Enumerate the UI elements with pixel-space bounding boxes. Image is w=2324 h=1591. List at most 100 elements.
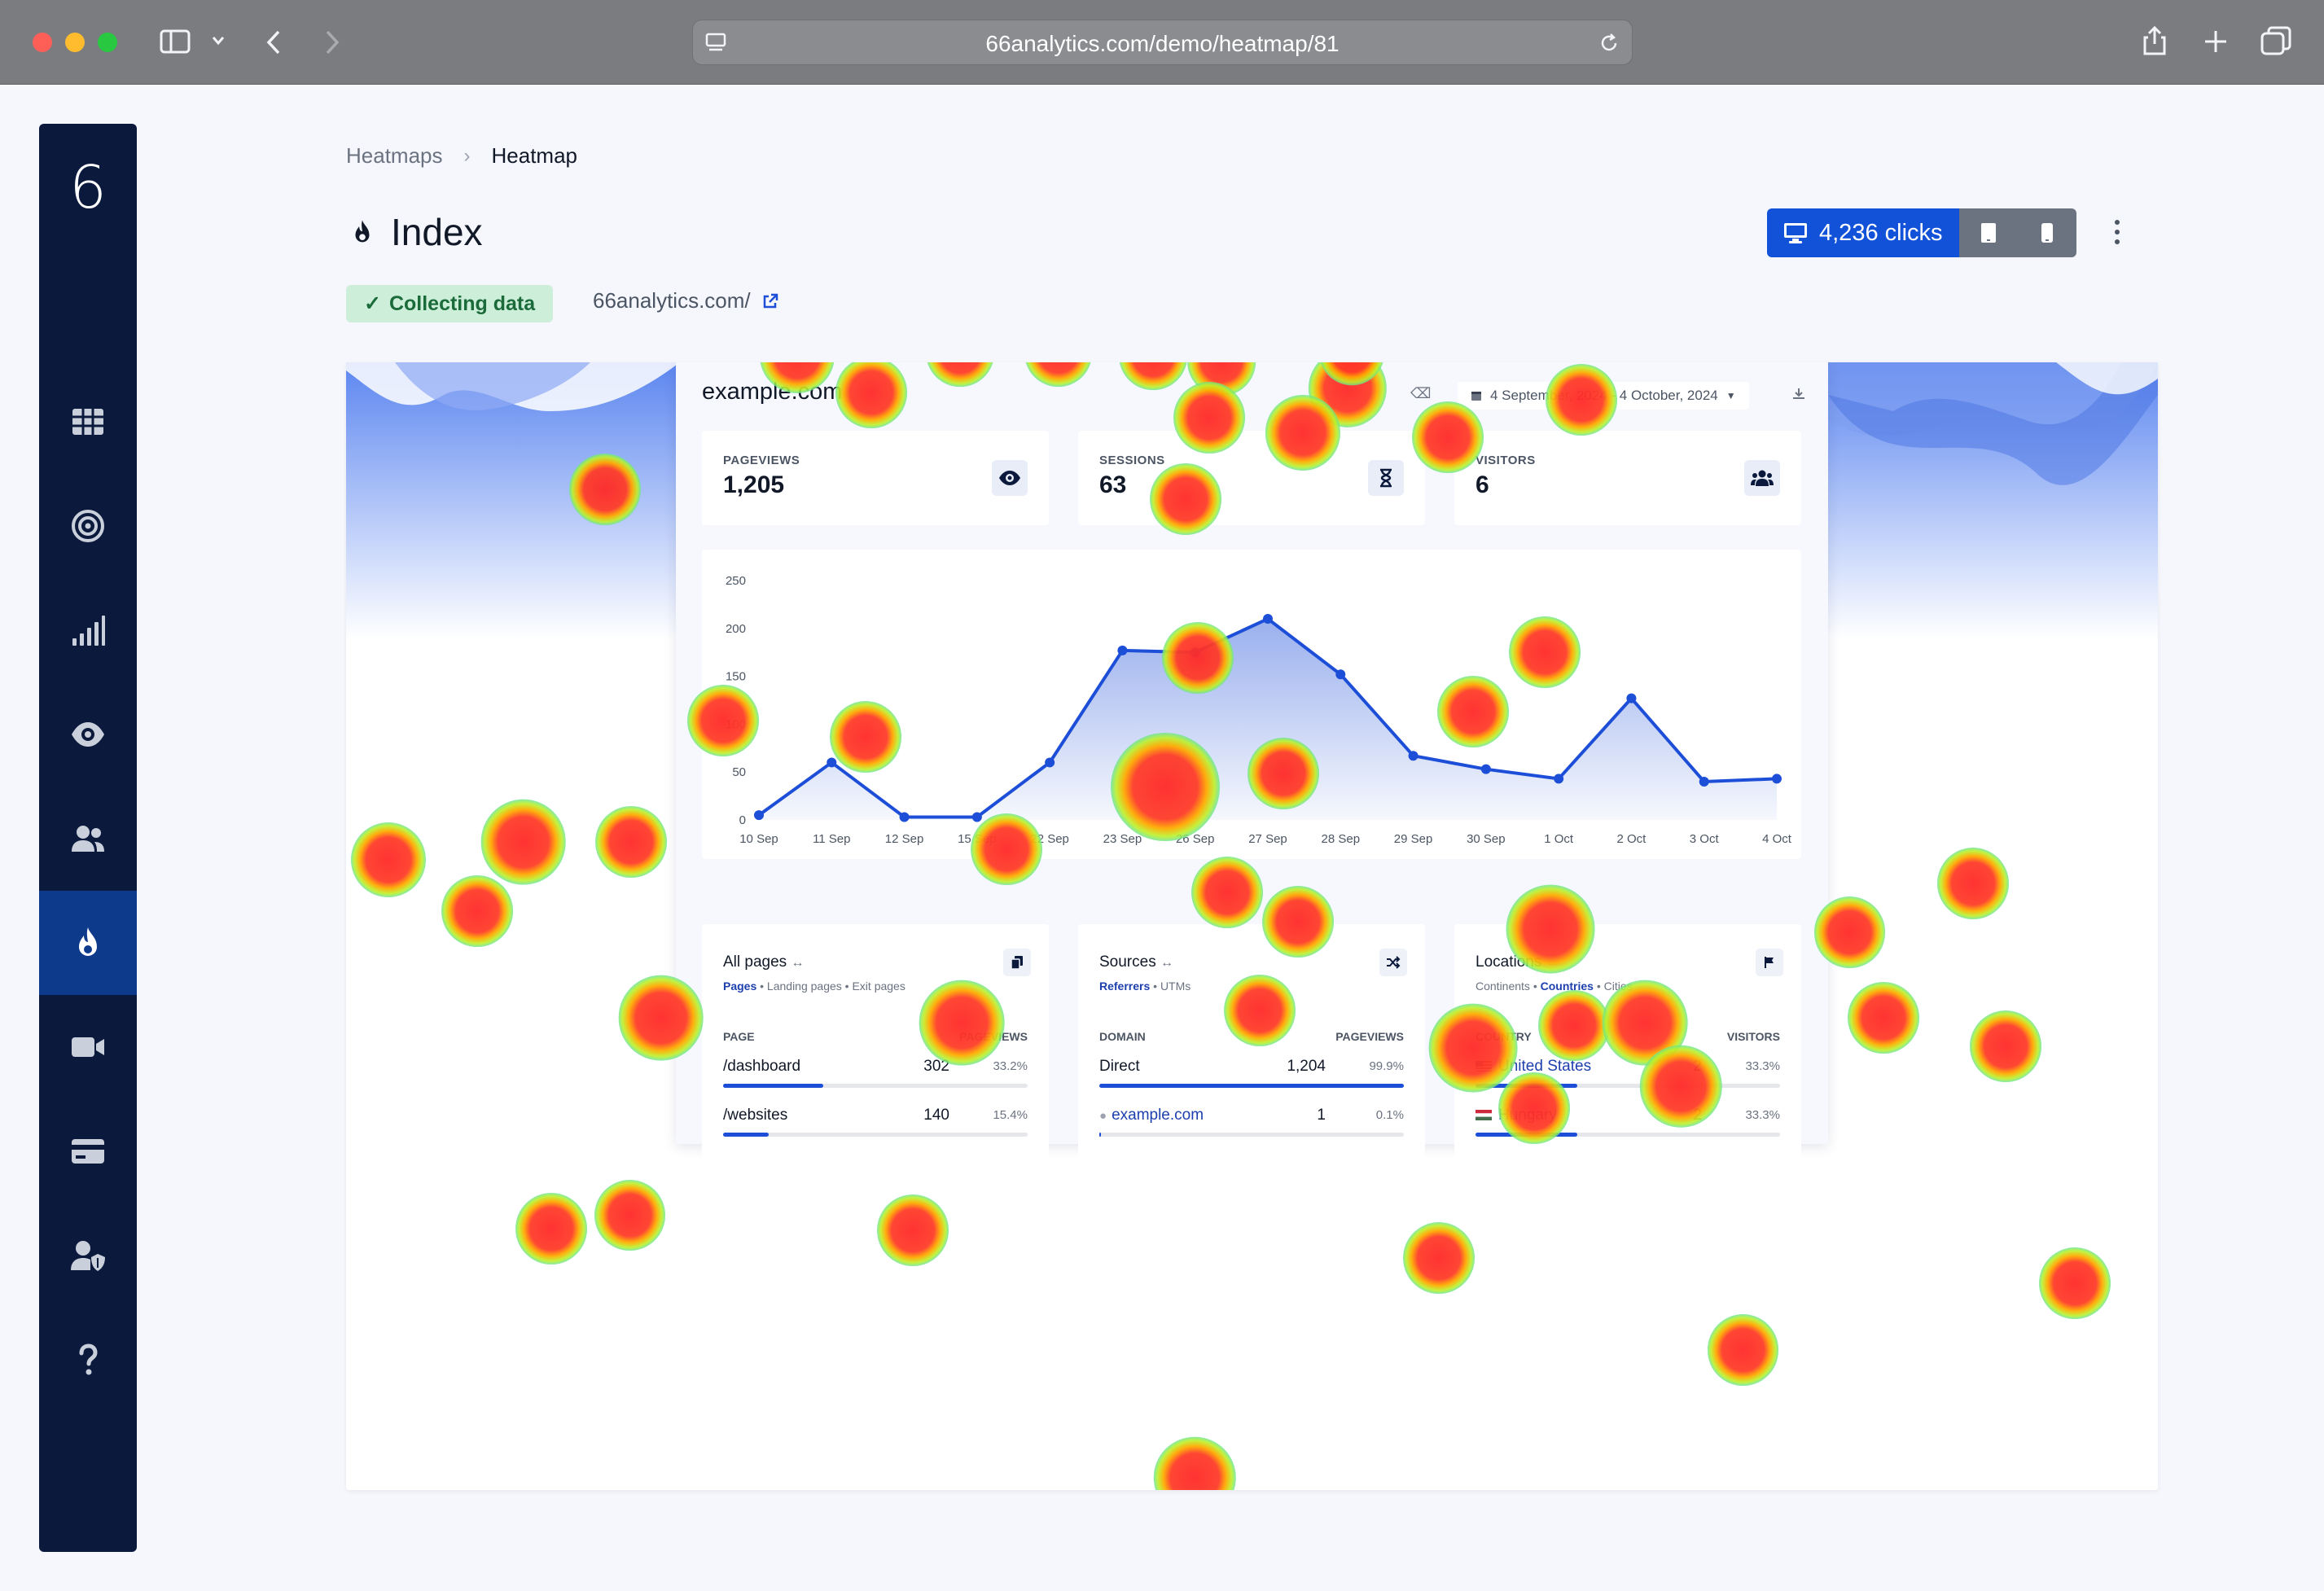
chart-point[interactable]	[1699, 776, 1709, 787]
chart-point[interactable]	[1772, 774, 1782, 784]
tablet-icon	[1980, 223, 1996, 243]
column-header: PAGEVIEWS	[959, 1030, 1028, 1043]
column-header: PAGE	[723, 1030, 755, 1043]
x-tick-label: 3 Oct	[1690, 832, 1720, 846]
chart-point[interactable]	[971, 812, 982, 822]
click-heat-spot	[1936, 847, 2009, 919]
reload-icon[interactable]	[1598, 32, 1620, 55]
copy-icon[interactable]	[1003, 949, 1031, 976]
chart-point[interactable]	[1263, 614, 1273, 625]
table-row[interactable]: United States 2 33.3%	[1476, 1058, 1780, 1090]
row-bar-fill	[1476, 1084, 1577, 1088]
stat-card-pageviews: PAGEVIEWS 1,205	[702, 431, 1049, 525]
hungary-flag-icon	[1476, 1110, 1492, 1121]
card-title: Sources ↔	[1099, 953, 1173, 971]
sidebar-item-heatmaps[interactable]	[39, 891, 137, 995]
sidebar-item-visitors[interactable]	[39, 787, 137, 891]
click-heat-spot	[2039, 1247, 2111, 1320]
row-name: United States	[1476, 1058, 1591, 1076]
shuffle-icon[interactable]	[1379, 949, 1407, 976]
x-tick-label: 1 Oct	[1544, 832, 1574, 846]
x-tick-label: 12 Sep	[885, 832, 924, 846]
status-badge: ✓ Collecting data	[346, 285, 554, 322]
browser-toolbar: 66analytics.com/demo/heatmap/81	[0, 0, 2324, 85]
row-value: 302	[923, 1058, 949, 1075]
app-sidebar: 6	[39, 124, 137, 1552]
sidebar-item-help[interactable]	[39, 1308, 137, 1412]
clicks-count-label: 4,236 clicks	[1819, 219, 1943, 246]
users-icon	[1744, 460, 1780, 496]
site-link-text: 66analytics.com/	[593, 288, 751, 313]
chart-point[interactable]	[1335, 669, 1346, 680]
table-row[interactable]: /websites 140 15.4%	[723, 1107, 1028, 1139]
y-tick-label: 250	[726, 574, 746, 588]
row-name: Hungary	[1476, 1107, 1557, 1124]
tab-overview-icon[interactable]	[2260, 26, 2291, 55]
card-locations: Locations ↔ Continents • Countries • Cit…	[1454, 924, 1801, 1168]
sidebar-toggle-icon[interactable]	[160, 29, 191, 54]
row-bar	[1476, 1133, 1780, 1137]
target-icon	[72, 510, 104, 542]
sidebar-item-billing[interactable]	[39, 1099, 137, 1203]
chart-point[interactable]	[899, 812, 910, 822]
y-tick-label: 100	[726, 717, 746, 731]
address-bar[interactable]: 66analytics.com/demo/heatmap/81	[692, 20, 1633, 65]
sidebar-item-analytics[interactable]	[39, 578, 137, 682]
close-window-button[interactable]	[33, 33, 52, 52]
tablet-view-button[interactable]	[1958, 208, 2018, 257]
back-icon[interactable]	[265, 29, 282, 55]
arrows-icon: ↔	[1160, 956, 1173, 970]
sidebar-item-replays[interactable]	[39, 995, 137, 1099]
chart-point[interactable]	[1554, 774, 1564, 784]
row-percent: 33.3%	[1745, 1108, 1780, 1122]
sidebar-item-goals[interactable]	[39, 474, 137, 578]
sidebar-item-team[interactable]	[39, 1203, 137, 1308]
table-row[interactable]: ● example.com 1 0.1%	[1099, 1107, 1404, 1139]
y-tick-label: 50	[732, 765, 746, 779]
chart-point[interactable]	[1045, 757, 1055, 768]
more-options-icon[interactable]	[2111, 220, 2124, 244]
row-bar	[1099, 1133, 1404, 1137]
mobile-view-button[interactable]	[2017, 208, 2076, 257]
sidebar-item-dashboard[interactable]	[39, 370, 137, 474]
x-tick-label: 15 Sep	[958, 832, 997, 846]
page-title-text: Index	[391, 211, 483, 253]
chart-point[interactable]	[1408, 751, 1419, 761]
row-value: 1	[1317, 1107, 1326, 1124]
minimize-window-button[interactable]	[65, 33, 85, 52]
click-heat-spot	[1969, 1010, 2041, 1082]
column-header: COUNTRY	[1476, 1030, 1532, 1043]
chart-point[interactable]	[1117, 645, 1128, 655]
desktop-clicks-button[interactable]: 4,236 clicks	[1767, 208, 1959, 257]
y-tick-label: 200	[726, 622, 746, 636]
table-row[interactable]: Direct 1,204 99.9%	[1099, 1058, 1404, 1090]
chevron-down-icon[interactable]	[212, 36, 225, 46]
table-row[interactable]: /dashboard 302 33.2%	[723, 1058, 1028, 1090]
chart-point[interactable]	[1480, 764, 1491, 774]
chart-point[interactable]	[754, 810, 764, 821]
forward-icon[interactable]	[324, 29, 340, 55]
click-heat-spot	[1848, 982, 1920, 1054]
share-icon[interactable]	[2142, 24, 2168, 57]
new-tab-icon[interactable]	[2203, 29, 2228, 54]
table-row[interactable]: Hungary 2 33.3%	[1476, 1107, 1780, 1139]
chart-point[interactable]	[1626, 693, 1637, 703]
sidebar-item-realtime[interactable]	[39, 682, 137, 787]
column-header: PAGEVIEWS	[1335, 1030, 1404, 1043]
breadcrumb-current: Heatmap	[491, 143, 578, 168]
chart-point[interactable]	[827, 757, 837, 768]
user-shield-icon	[71, 1241, 105, 1271]
date-range-picker: 4 September, 2024 - 4 October, 2024 ▼	[1458, 382, 1749, 410]
click-heat-spot	[595, 805, 668, 878]
flag-icon[interactable]	[1756, 949, 1783, 976]
card-subnav: Pages • Landing pages • Exit pages	[723, 980, 905, 993]
card-title: All pages ↔	[723, 953, 805, 971]
app-logo[interactable]: 6	[39, 153, 137, 221]
click-heat-spot	[515, 1192, 588, 1264]
site-external-link[interactable]: 66analytics.com/	[593, 288, 778, 313]
breadcrumb-heatmaps-link[interactable]: Heatmaps	[346, 143, 443, 169]
x-tick-label: 27 Sep	[1248, 832, 1287, 846]
date-range-text: 4 September, 2024 - 4 October, 2024	[1490, 388, 1718, 403]
zoom-window-button[interactable]	[98, 33, 117, 52]
chart-point[interactable]	[1190, 647, 1200, 658]
